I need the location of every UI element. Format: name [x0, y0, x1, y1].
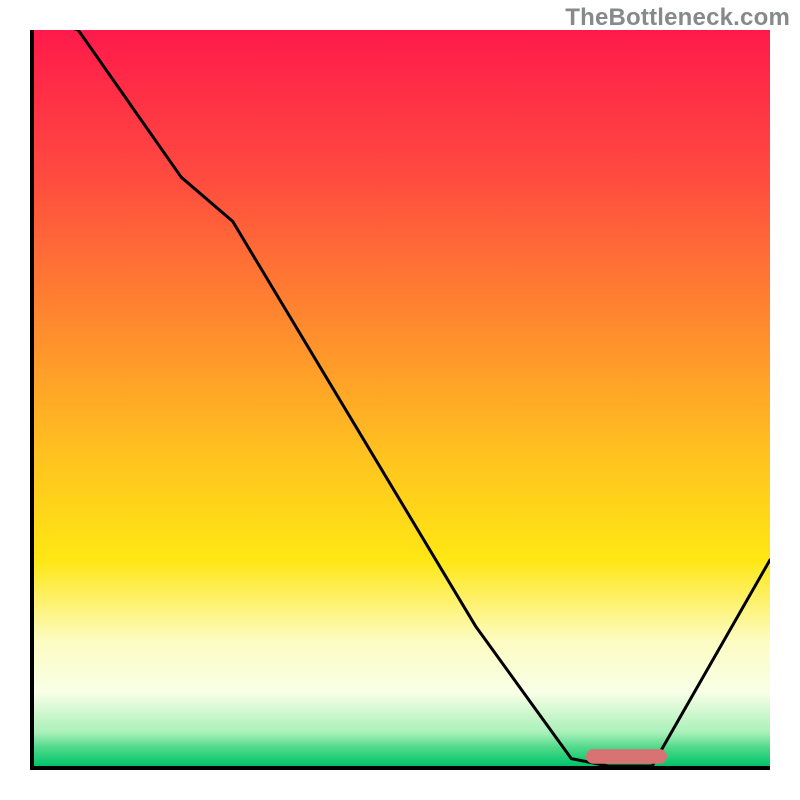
- plot-area: [34, 30, 770, 766]
- chart-frame: TheBottleneck.com: [0, 0, 800, 800]
- gradient-background: [34, 30, 770, 766]
- plot-svg: [34, 30, 770, 766]
- watermark-text: TheBottleneck.com: [565, 4, 790, 32]
- x-axis-line: [30, 766, 770, 770]
